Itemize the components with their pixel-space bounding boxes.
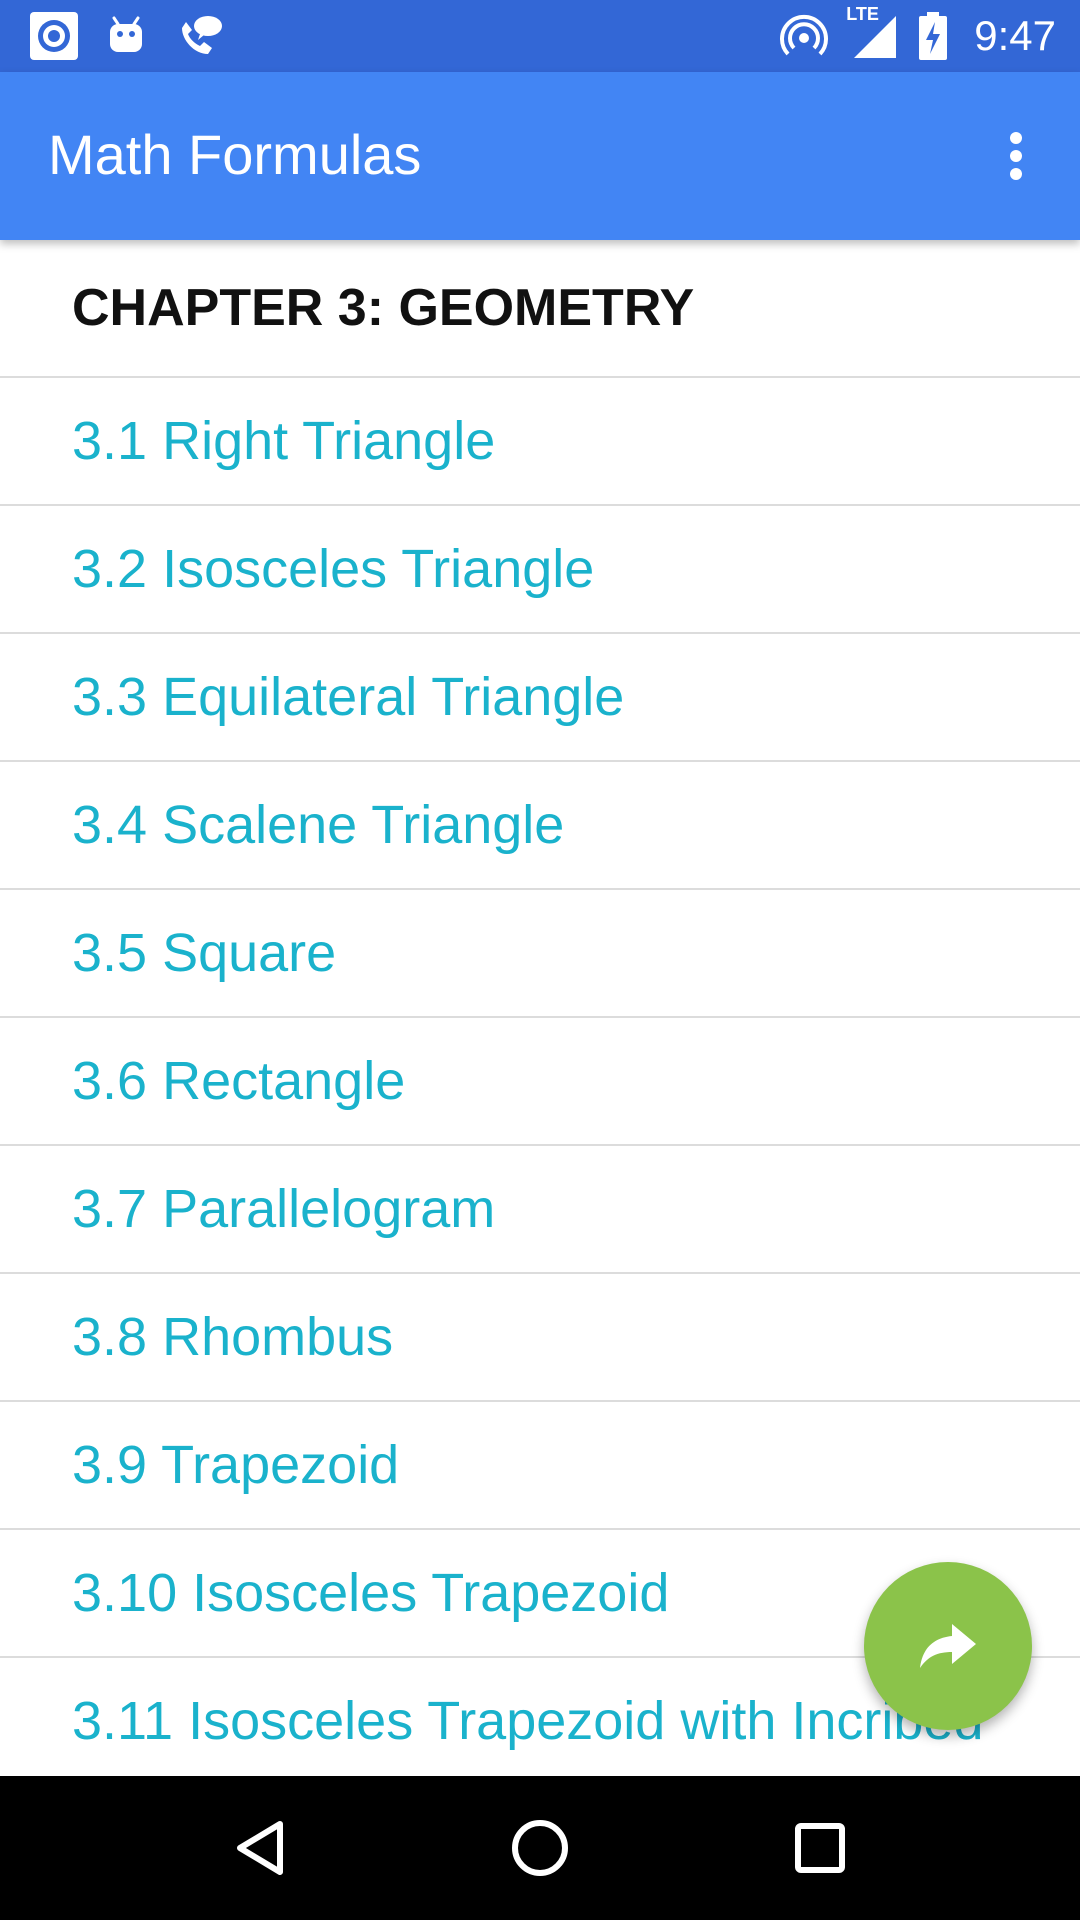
formula-list: CHAPTER 3: GEOMETRY 3.1 Right Triangle 3… bbox=[0, 240, 1080, 1776]
list-item[interactable]: 3.3 Equilateral Triangle bbox=[0, 634, 1080, 762]
list-item[interactable]: 3.7 Parallelogram bbox=[0, 1146, 1080, 1274]
status-time: 9:47 bbox=[974, 12, 1056, 59]
list-item[interactable]: 3.4 Scalene Triangle bbox=[0, 762, 1080, 890]
status-bar: LTE 9:47 bbox=[0, 0, 1080, 72]
list-item[interactable]: 3.5 Square bbox=[0, 890, 1080, 1018]
share-fab-button[interactable] bbox=[864, 1562, 1032, 1730]
chapter-header: CHAPTER 3: GEOMETRY bbox=[0, 240, 1080, 378]
target-icon bbox=[28, 10, 80, 62]
network-type-label: LTE bbox=[846, 4, 879, 24]
list-item[interactable]: 3.9 Trapezoid bbox=[0, 1402, 1080, 1530]
list-item[interactable]: 3.8 Rhombus bbox=[0, 1274, 1080, 1402]
list-item[interactable]: 3.1 Right Triangle bbox=[0, 378, 1080, 506]
home-icon[interactable] bbox=[495, 1803, 585, 1893]
recents-icon[interactable] bbox=[775, 1803, 865, 1893]
forward-arrow-icon bbox=[916, 1616, 980, 1677]
android-icon bbox=[102, 12, 150, 60]
app-title: Math Formulas bbox=[48, 123, 422, 186]
hotspot-icon bbox=[780, 12, 829, 60]
system-icons: LTE 9:47 bbox=[780, 4, 1056, 62]
battery-charging-icon bbox=[918, 10, 948, 62]
list-item[interactable]: 3.2 Isosceles Triangle bbox=[0, 506, 1080, 634]
app-bar: Math Formulas bbox=[0, 72, 1080, 240]
notification-icons bbox=[28, 10, 224, 62]
back-icon[interactable] bbox=[215, 1803, 305, 1893]
phone-chat-icon bbox=[172, 10, 224, 62]
navigation-bar bbox=[0, 1776, 1080, 1920]
list-item[interactable]: 3.6 Rectangle bbox=[0, 1018, 1080, 1146]
more-vert-icon[interactable] bbox=[988, 128, 1044, 184]
screen: LTE 9:47 Math Formulas CHAPTER 3: GEOMET… bbox=[0, 0, 1080, 1920]
signal-icon: LTE bbox=[846, 4, 900, 62]
